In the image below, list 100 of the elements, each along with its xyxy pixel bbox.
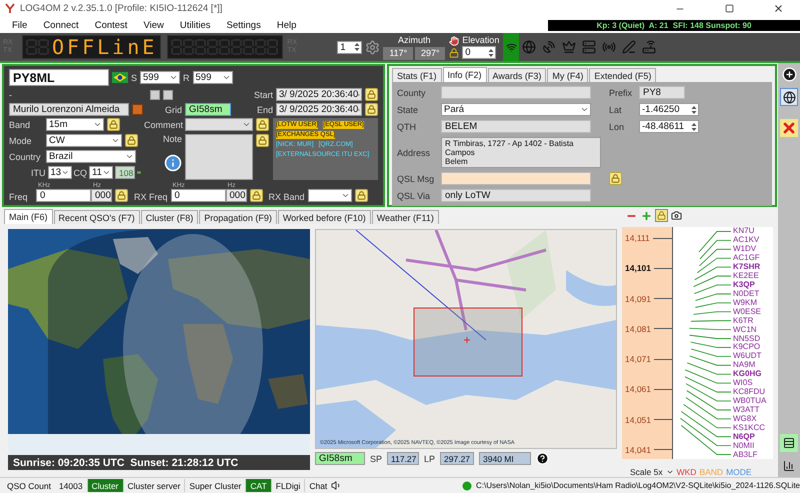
tab[interactable]: Weather (F11) xyxy=(372,210,439,224)
spot-callsign[interactable]: W9KM xyxy=(733,298,766,307)
status-toggle[interactable]: CAT xyxy=(245,479,271,492)
menu-item[interactable]: File xyxy=(4,20,36,30)
rx-freq-hz-field[interactable]: 000 xyxy=(226,189,247,202)
mode-dropdown[interactable]: CW xyxy=(46,134,122,147)
spot-callsign[interactable]: K6TR xyxy=(733,316,766,325)
spot-callsign[interactable]: K7SHR xyxy=(733,263,766,272)
tab[interactable]: Stats (F1) xyxy=(392,68,442,82)
lock-button[interactable] xyxy=(125,134,138,147)
lock-button[interactable] xyxy=(365,103,378,116)
spot-callsign[interactable]: AB3LF xyxy=(733,450,766,459)
lock-button[interactable] xyxy=(609,172,622,185)
grid-field[interactable]: GI58sm xyxy=(185,103,231,116)
help-icon[interactable] xyxy=(536,452,550,465)
freq-hz-field[interactable]: 000 xyxy=(91,189,112,202)
menu-item[interactable]: Help xyxy=(268,20,304,30)
spot-callsign[interactable]: W0ESE xyxy=(733,308,766,316)
spot-callsign[interactable]: N0DET xyxy=(733,290,766,298)
county-field[interactable] xyxy=(441,86,591,99)
rst-sent-dropdown[interactable]: 599 xyxy=(140,71,180,84)
state-dropdown[interactable]: Pará xyxy=(441,103,591,116)
itu-dropdown[interactable]: 13 xyxy=(48,166,72,179)
spot-callsign[interactable]: WC1N xyxy=(733,326,766,334)
band-dropdown[interactable]: 15m xyxy=(46,118,104,131)
qsl-msg-field[interactable] xyxy=(441,172,591,185)
comment-dropdown[interactable] xyxy=(185,118,253,131)
status-toggle[interactable]: Cluster server xyxy=(122,479,184,492)
spot-callsign[interactable]: NN5SD xyxy=(733,334,766,343)
end-time-field[interactable]: 3/ 9/2025 20:36:40 xyxy=(276,103,362,116)
name-field[interactable]: Murilo Lorenzoni Almeida xyxy=(9,103,129,116)
spot-callsign[interactable]: KC8FDU xyxy=(733,388,766,396)
tab[interactable]: Extended (F5) xyxy=(589,68,656,82)
tab[interactable]: Cluster (F8) xyxy=(140,210,198,224)
note-field[interactable] xyxy=(185,134,253,180)
globe-button[interactable] xyxy=(780,88,798,106)
menu-item[interactable]: Connect xyxy=(35,20,87,30)
delete-button[interactable] xyxy=(780,119,798,137)
tab[interactable]: Worked before (F10) xyxy=(278,210,371,224)
spot-callsign[interactable]: W6UDT xyxy=(733,352,766,360)
rst-received-dropdown[interactable]: 599 xyxy=(192,71,233,84)
spot-callsign[interactable]: WI0S xyxy=(733,379,766,388)
spot-callsign[interactable]: W1DV xyxy=(733,245,766,254)
status-toggle[interactable]: FLDigi xyxy=(270,479,304,492)
qth-field[interactable]: BELEM xyxy=(441,120,591,133)
wifi-button[interactable] xyxy=(503,33,520,61)
lock-button[interactable] xyxy=(354,189,368,202)
add-button[interactable] xyxy=(780,65,798,83)
lock-button[interactable] xyxy=(107,118,120,131)
qsl-via-field[interactable]: only LoTW xyxy=(441,189,591,202)
menu-item[interactable]: Contest xyxy=(86,20,136,30)
tab[interactable]: Awards (F3) xyxy=(488,68,546,82)
spot-callsign[interactable]: KN7U xyxy=(733,227,766,236)
menu-item[interactable]: Utilities xyxy=(172,20,218,30)
lock-button[interactable] xyxy=(256,118,269,131)
lon-field[interactable]: -48.48611 xyxy=(639,120,699,133)
status-toggle[interactable]: Cluster xyxy=(86,479,123,492)
tab[interactable]: Recent QSO's (F7) xyxy=(54,210,140,224)
prefix-field[interactable]: PY8 xyxy=(639,86,685,99)
tab[interactable]: My (F4) xyxy=(547,68,588,82)
spot-callsign[interactable]: W3ATT xyxy=(733,406,766,414)
elevation-spinner[interactable]: 0 xyxy=(462,46,496,59)
scale-dropdown[interactable]: Scale 5x xyxy=(630,467,663,477)
spot-callsign[interactable]: WG8X xyxy=(733,414,766,423)
spot-callsign[interactable]: K9CPO xyxy=(733,343,766,352)
callsign-field[interactable]: PY8ML xyxy=(9,69,109,86)
spot-callsign[interactable]: AC1KV xyxy=(733,236,766,244)
spot-callsign[interactable]: KE2EE xyxy=(733,272,766,280)
spot-callsign[interactable]: WB0TUA xyxy=(733,396,766,405)
freq-khz-field[interactable]: 0 xyxy=(36,189,91,202)
spot-callsign[interactable]: K3QP xyxy=(733,280,766,289)
rx-freq-khz-field[interactable]: 0 xyxy=(170,189,226,202)
tab[interactable]: Info (F2) xyxy=(442,67,487,82)
lock-button[interactable] xyxy=(256,134,269,147)
dash-text: - xyxy=(9,90,13,100)
spot-callsign[interactable]: AC1GF xyxy=(733,254,766,262)
spot-callsign[interactable]: NA9M xyxy=(733,361,766,370)
spot-callsign[interactable]: N0MII xyxy=(733,442,766,450)
lock-button[interactable] xyxy=(655,209,668,222)
lock-button[interactable] xyxy=(115,189,128,202)
start-time-field[interactable]: 3/ 9/2025 20:36:40 xyxy=(276,88,362,101)
address-field[interactable]: R Timbiras, 1727 - Ap 1402 - Batista Campos Belem xyxy=(441,137,601,168)
lock-button[interactable] xyxy=(250,189,263,202)
radio-spinner[interactable]: 1 xyxy=(337,40,362,54)
lookup-button[interactable] xyxy=(132,104,143,115)
spot-callsign[interactable]: N6QP xyxy=(733,432,766,441)
lat-field[interactable]: -1.46250 xyxy=(639,103,699,116)
country-dropdown[interactable]: Brazil xyxy=(46,150,136,163)
tab[interactable]: Propagation (F9) xyxy=(199,210,277,224)
list-button[interactable] xyxy=(780,434,798,452)
cq-dropdown[interactable]: 11 xyxy=(89,166,113,179)
zoom-in-button[interactable] xyxy=(640,209,653,222)
tab[interactable]: Main (F6) xyxy=(4,209,53,224)
lock-button[interactable] xyxy=(365,88,378,101)
camera-button[interactable] xyxy=(670,209,683,222)
menu-item[interactable]: View xyxy=(135,20,172,30)
spot-callsign[interactable]: KS1KCC xyxy=(733,424,766,432)
status-toggle[interactable]: Chat xyxy=(304,479,332,492)
spot-callsign[interactable]: KG0HG xyxy=(733,370,766,378)
menu-item[interactable]: Settings xyxy=(218,20,269,30)
